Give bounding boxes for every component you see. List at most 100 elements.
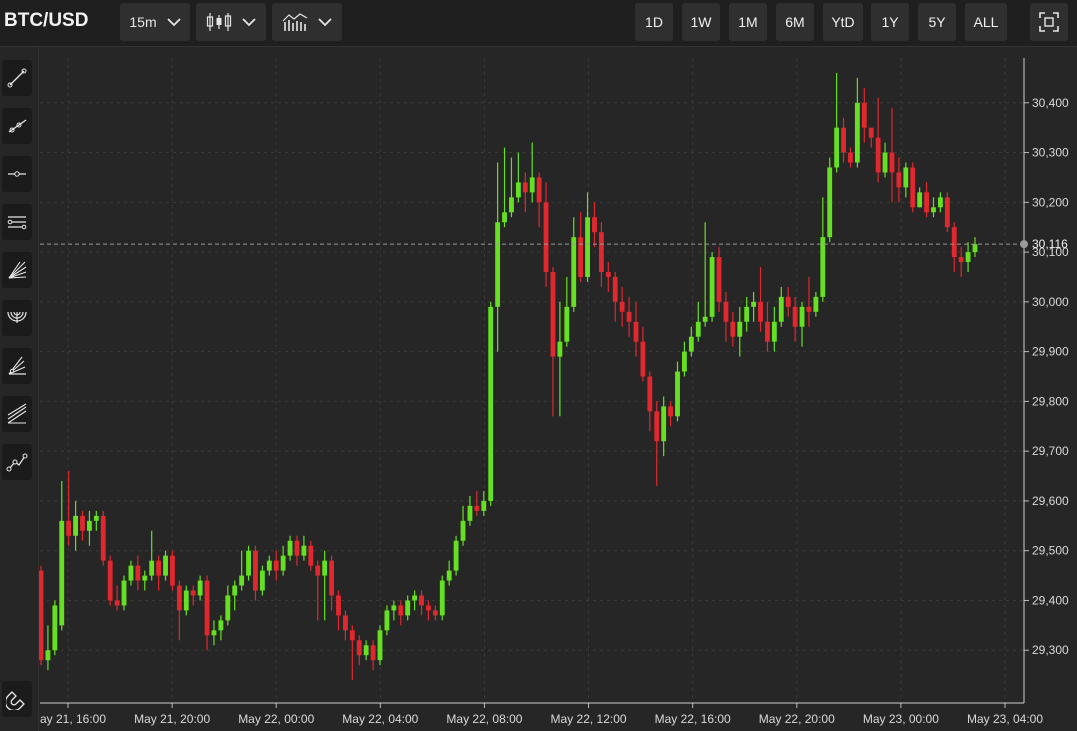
candle-body [73,515,79,536]
candle [626,296,632,337]
range-1w-button[interactable]: 1W [682,3,720,41]
top-toolbar: BTC/USD 15m 1D 1W 1M 6M YtD 1Y 5Y ALL [0,0,1077,47]
range-all-button[interactable]: ALL [965,3,1007,41]
candle [841,117,846,163]
candle-body [972,244,978,253]
candle [813,291,819,317]
candle [481,490,487,516]
candle [654,401,660,486]
x-tick-label: May 21, 16:00 [30,712,106,726]
candle [294,535,300,566]
candle-body [619,301,625,312]
horizontal-line-tool[interactable] [2,156,32,192]
chart-type-selector[interactable] [196,3,266,41]
candle-body [841,127,846,153]
candle-body [951,227,957,258]
range-5y-button[interactable]: 5Y [918,3,956,41]
ray-line-tool[interactable] [2,108,32,144]
candle [536,172,542,228]
pitchfork-tool[interactable] [2,348,32,384]
ray-line-icon [8,119,27,133]
candle [564,276,570,347]
candle-body [903,167,909,188]
candle [114,585,120,611]
candle-body [232,585,238,596]
candle-body [640,341,646,377]
candle-body [910,167,916,208]
chevron-down-icon [318,18,332,27]
candle [834,72,840,173]
candle [924,182,929,218]
y-tick-label: 30,400 [1032,96,1069,110]
candle [432,605,438,621]
candle-body [751,301,757,307]
fullscreen-button[interactable] [1030,3,1068,41]
candle-body [633,321,639,342]
candle-body [709,257,715,317]
candle-body [467,505,473,521]
candle [412,590,418,611]
candle-body [661,406,667,442]
regression-tool[interactable] [2,396,32,432]
candle [322,550,328,621]
candle-body [412,595,418,601]
path-tool[interactable] [2,444,32,480]
candle [93,510,99,531]
candle [280,545,286,576]
candle-body [682,351,687,372]
candle-body [536,177,542,203]
candle [820,197,826,302]
candle-body [246,550,251,576]
candle-body [481,500,487,511]
candle-body [66,520,72,536]
candle [675,361,680,422]
candle-body [522,182,528,193]
candle [142,570,148,591]
candle [889,107,895,203]
candle-body [668,406,674,417]
indicators-selector[interactable] [272,3,342,41]
interval-selector[interactable]: 15m [120,3,190,41]
candle-body [785,296,791,307]
range-6m-button[interactable]: 6M [776,3,814,41]
candle-body [218,620,224,631]
horizontal-line-icon [8,171,26,177]
candle [875,97,881,183]
candle [315,560,321,621]
candle-body [529,177,535,193]
candle-body [149,560,155,576]
candle-body [329,560,334,596]
arc-tool[interactable] [2,300,32,336]
fullscreen-icon [1039,12,1059,32]
candle [598,222,604,287]
range-1m-button[interactable]: 1M [729,3,767,41]
candle-body [446,570,452,581]
price-chart[interactable]: 29,300 29,400 29,500 29,600 29,700 29,800 29,9… [0,0,1077,731]
candle-body [917,192,923,208]
candle-body [59,520,65,626]
magnet-tool[interactable] [2,681,32,717]
candle-body [100,515,106,561]
candle-body [578,237,584,277]
trend-line-tool[interactable] [2,60,32,96]
candle-body [211,630,217,636]
candle [633,301,639,357]
parallel-channel-icon [7,216,27,230]
candle-body [87,520,92,531]
candle [972,237,978,258]
candle-body [460,520,466,541]
candle [308,540,314,571]
candle-body [744,306,750,322]
range-1d-button[interactable]: 1D [635,3,673,41]
y-tick-label: 29,300 [1032,643,1069,657]
candle-body [419,595,424,606]
range-ytd-button[interactable]: YtD [823,3,863,41]
candle [917,187,923,208]
candle [640,326,646,382]
fan-tool[interactable] [2,252,32,288]
y-tick-label: 29,500 [1032,544,1069,558]
range-1y-button[interactable]: 1Y [871,3,909,41]
candle-body [647,376,653,412]
candle-body [45,650,51,661]
parallel-channel-tool[interactable] [2,204,32,240]
